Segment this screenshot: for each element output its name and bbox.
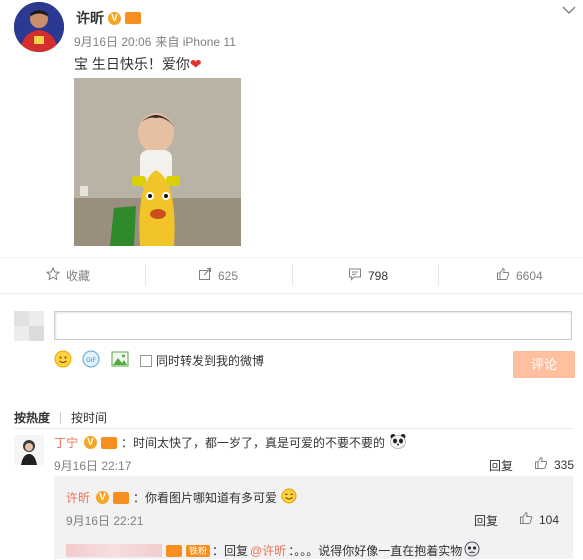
list-item: 许昕 V ：你看图片哪知道有多可爱 bbox=[66, 488, 297, 507]
post-photo[interactable] bbox=[74, 78, 241, 246]
reply-text: ：。。。说得你好像一直在抱着实物 bbox=[288, 544, 463, 558]
gif-icon[interactable]: GIF bbox=[82, 350, 100, 368]
post-source[interactable]: 来自 iPhone 11 bbox=[155, 33, 236, 50]
divider bbox=[0, 257, 583, 258]
reply-author[interactable]: 许昕 bbox=[66, 489, 90, 506]
reply-like-button[interactable]: 104 bbox=[519, 511, 559, 528]
verified-badge-icon: V bbox=[96, 491, 110, 504]
favorite-label: 收藏 bbox=[66, 269, 91, 283]
favorite-button[interactable]: 收藏 bbox=[45, 266, 91, 284]
vip-crown-icon bbox=[125, 12, 141, 24]
repost-count: 625 bbox=[218, 268, 239, 283]
current-user-avatar bbox=[14, 311, 44, 341]
author-avatar[interactable] bbox=[14, 2, 64, 52]
vip-crown-icon bbox=[113, 491, 130, 504]
submit-comment-button[interactable]: 评论 bbox=[513, 351, 575, 378]
repost-checkbox-label: 同时转发到我的微博 bbox=[156, 354, 265, 368]
reply-text: ：你看图片哪知道有多可爱 bbox=[133, 491, 278, 505]
commenter-avatar[interactable] bbox=[14, 435, 44, 465]
comment-author[interactable]: 丁宁 bbox=[54, 434, 78, 451]
reply-button[interactable]: 回复 bbox=[489, 457, 513, 474]
comment-like-count: 335 bbox=[554, 457, 575, 472]
thumbs-up-icon bbox=[534, 456, 548, 473]
comment-icon bbox=[348, 267, 362, 284]
verified-badge-icon: V bbox=[84, 436, 98, 449]
comment-time: 9月16日 22:17 bbox=[54, 459, 132, 473]
list-item: 丁宁 V ：时间太快了，都一岁了，真是可爱的不要不要的 bbox=[54, 433, 407, 452]
comment-input[interactable] bbox=[54, 311, 572, 340]
repost-icon bbox=[198, 267, 212, 284]
divider bbox=[0, 293, 583, 294]
tab-divider bbox=[60, 411, 62, 424]
divider bbox=[145, 264, 146, 286]
grin-emoji-icon bbox=[281, 488, 297, 507]
svg-text:GIF: GIF bbox=[86, 357, 96, 364]
repost-checkbox[interactable] bbox=[140, 354, 152, 367]
post-time[interactable]: 9月16日 20:06 bbox=[74, 33, 151, 50]
mention-link[interactable]: @许昕 bbox=[250, 542, 286, 559]
tab-sort-time[interactable]: 按时间 bbox=[71, 409, 107, 426]
image-upload-icon[interactable] bbox=[111, 350, 129, 368]
reply-prefix: ：回复 bbox=[212, 544, 249, 558]
cry-emoji-icon bbox=[464, 541, 480, 560]
comment-button[interactable]: 798 bbox=[348, 267, 388, 284]
thumbs-up-icon bbox=[519, 511, 533, 528]
comment-text: ：时间太快了，都一岁了，真是可爱的不要不要的 bbox=[121, 436, 386, 450]
panda-emoji-icon bbox=[389, 433, 407, 452]
vip-crown-icon bbox=[101, 436, 118, 449]
divider bbox=[14, 428, 573, 429]
verified-badge-icon: V bbox=[108, 11, 121, 25]
reply-time: 9月16日 22:21 bbox=[66, 514, 144, 528]
like-button[interactable]: 6604 bbox=[496, 267, 543, 284]
comment-count: 798 bbox=[368, 268, 389, 283]
vip-crown-icon bbox=[166, 544, 182, 557]
fan-badge: 铁粉 bbox=[186, 544, 211, 557]
smile-emoji-icon[interactable] bbox=[54, 350, 72, 368]
heart-emoji: ❤ bbox=[189, 56, 202, 72]
thumbs-up-icon bbox=[496, 267, 510, 284]
divider bbox=[292, 264, 293, 286]
reply-like-count: 104 bbox=[539, 512, 560, 527]
list-item: 铁粉 ：回复 @许昕 ：。。。说得你好像一直在抱着实物 bbox=[66, 541, 480, 560]
author-name[interactable]: 许昕 bbox=[76, 8, 104, 28]
reply-button[interactable]: 回复 bbox=[474, 512, 498, 529]
divider bbox=[438, 264, 439, 286]
chevron-down-icon[interactable] bbox=[562, 4, 576, 15]
star-icon bbox=[45, 266, 61, 284]
tab-sort-hot[interactable]: 按热度 bbox=[14, 409, 50, 426]
comment-like-button[interactable]: 335 bbox=[534, 456, 574, 473]
like-count: 6604 bbox=[516, 268, 543, 283]
repost-button[interactable]: 625 bbox=[198, 267, 238, 284]
post-text: 宝 生日快乐！爱你 bbox=[74, 56, 190, 72]
blurred-username[interactable] bbox=[66, 544, 162, 557]
